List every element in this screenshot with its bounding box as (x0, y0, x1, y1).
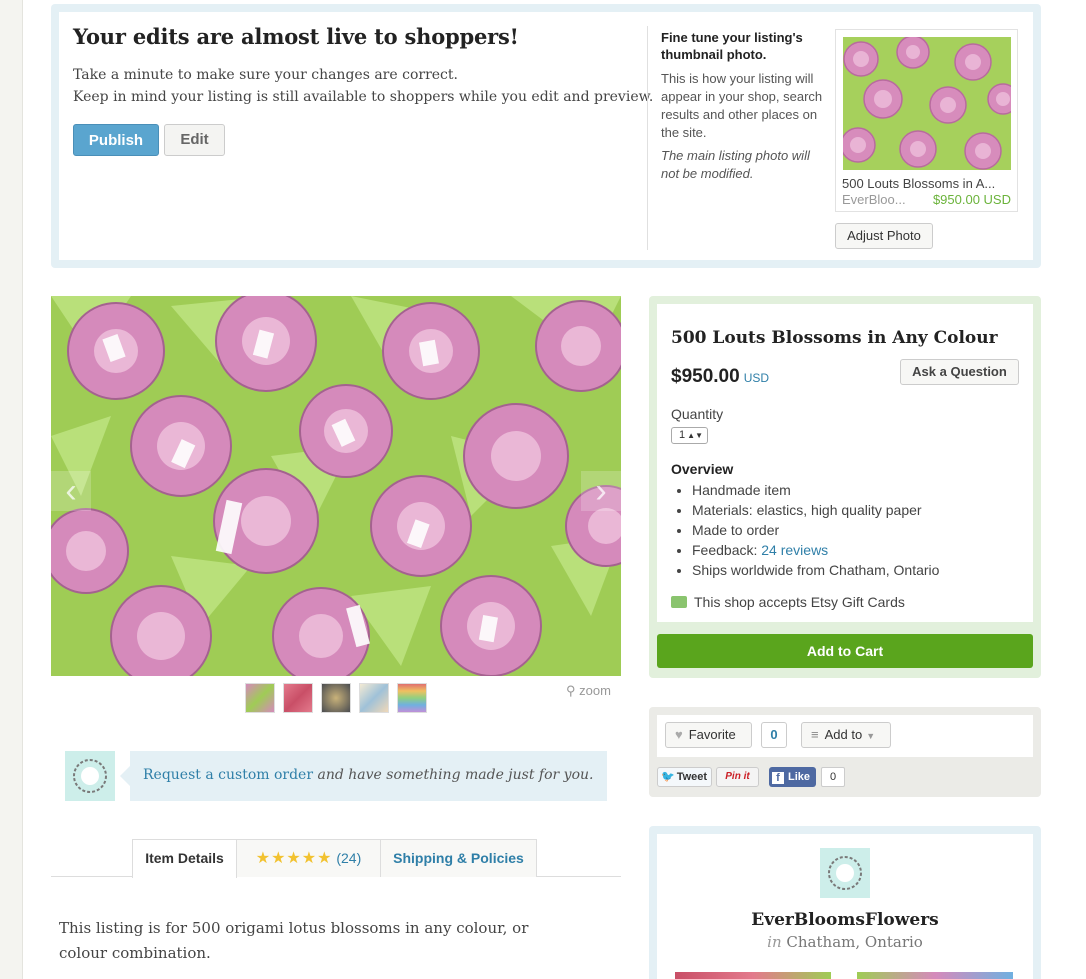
listing-info-box: 500 Louts Blossoms in Any Colour $950.00… (649, 296, 1041, 678)
facebook-like-button[interactable]: f Like (769, 767, 816, 787)
shop-location: in Chatham, Ontario (657, 933, 1033, 951)
pin-it-button[interactable]: Pin it (716, 767, 759, 787)
custom-order-link[interactable]: Request a custom order (143, 767, 313, 783)
edit-button[interactable]: Edit (164, 124, 225, 156)
shop-logo[interactable] (820, 848, 870, 898)
tab-reviews[interactable]: ★★★★★ (24) (236, 839, 381, 877)
like-count: 0 (821, 767, 845, 787)
feedback-reviews-link[interactable]: 24 reviews (761, 542, 828, 558)
preview-banner: Your edits are almost live to shoppers! … (51, 4, 1041, 268)
overview-list: Handmade item Materials: elastics, high … (671, 480, 939, 580)
gift-card-notice: This shop accepts Etsy Gift Cards (671, 594, 905, 610)
shop-name[interactable]: EverBloomsFlowers (657, 910, 1033, 930)
rating-stars-icon: ★★★★★ (255, 850, 333, 867)
shop-item-thumbnail[interactable] (675, 972, 831, 979)
overview-item: Materials: elastics, high quality paper (692, 500, 939, 520)
thumbnail-card-price: $950.00 USD (932, 192, 1011, 207)
gift-card-icon (671, 596, 687, 608)
tab-item-details[interactable]: Item Details (132, 839, 237, 878)
listing-description: This listing is for 500 origami lotus bl… (59, 919, 529, 962)
thumbnail-card-shop: EverBloo... (842, 192, 906, 207)
image-thumbnail[interactable] (397, 683, 427, 713)
magnifier-icon: ⚲ (566, 683, 580, 698)
shop-avatar[interactable] (65, 751, 115, 801)
select-arrows-icon: ▲▼ (687, 431, 703, 440)
overview-item-feedback: Feedback: 24 reviews (692, 540, 939, 560)
image-thumbnail[interactable] (321, 683, 351, 713)
quantity-label: Quantity (671, 406, 724, 422)
heart-icon: ♥ (675, 727, 683, 742)
tab-shipping-policies[interactable]: Shipping & Policies (380, 839, 537, 877)
price-amount: $950.00 (671, 366, 740, 387)
shop-location-text: Chatham, Ontario (786, 933, 923, 951)
ask-question-button[interactable]: Ask a Question (900, 359, 1019, 385)
quantity-value: 1 (679, 429, 686, 441)
favorite-panel: ♥ Favorite 0 ≡ Add to ▼ (657, 715, 1033, 757)
custom-order-bubble: Request a custom order and have somethin… (120, 751, 607, 801)
add-to-cart-button[interactable]: Add to Cart (657, 634, 1033, 668)
listing-main-image[interactable]: ‹ › (51, 296, 621, 676)
overview-item: Made to order (692, 520, 939, 540)
image-thumbnail[interactable] (245, 683, 275, 713)
favorite-label: Favorite (688, 727, 736, 742)
favorite-count: 0 (761, 722, 787, 748)
thumbnail-description: This is how your listing will appear in … (661, 71, 823, 140)
gift-card-text: This shop accepts Etsy Gift Cards (694, 594, 905, 610)
chevron-right-icon[interactable]: › (581, 471, 621, 511)
feedback-label: Feedback: (692, 542, 762, 558)
tweet-button[interactable]: 🐦 Tweet (657, 767, 712, 787)
price-currency: USD (743, 371, 770, 385)
tab-reviews-count: (24) (336, 850, 362, 866)
zoom-link[interactable]: ⚲ zoom (566, 683, 611, 699)
banner-title: Your edits are almost live to shoppers! (73, 24, 519, 49)
overview-heading: Overview (671, 461, 734, 477)
shop-info-box: EverBloomsFlowers in Chatham, Ontario (649, 826, 1041, 979)
shop-info-panel: EverBloomsFlowers in Chatham, Ontario (657, 834, 1033, 979)
listing-price: $950.00 USD (671, 366, 769, 388)
preview-banner-panel: Your edits are almost live to shoppers! … (59, 12, 1033, 260)
listing-title: 500 Louts Blossoms in Any Colour (671, 328, 998, 348)
banner-divider (647, 26, 648, 250)
custom-order-text: Request a custom order and have somethin… (143, 767, 593, 783)
overview-item: Handmade item (692, 480, 939, 500)
banner-line-2: Keep in mind your listing is still avail… (73, 89, 654, 105)
twitter-bird-icon: 🐦 (661, 771, 675, 783)
facebook-icon: f (772, 772, 784, 784)
add-to-label: Add to (824, 727, 863, 742)
banner-line-1: Take a minute to make sure your changes … (73, 67, 458, 83)
image-thumbnail[interactable] (283, 683, 313, 713)
add-to-list-button[interactable]: ≡ Add to ▼ (801, 722, 891, 748)
shop-item-thumbnail[interactable] (857, 972, 1013, 979)
social-actions-box: ♥ Favorite 0 ≡ Add to ▼ 🐦 Tweet Pin it f Like… (649, 707, 1041, 797)
favorite-button[interactable]: ♥ Favorite (665, 722, 752, 748)
list-icon: ≡ (811, 727, 819, 742)
listing-info-panel: 500 Louts Blossoms in Any Colour $950.00… (657, 304, 1033, 622)
thumbnail-card-title: 500 Louts Blossoms in A... (842, 176, 996, 191)
image-thumbnail[interactable] (359, 683, 389, 713)
thumbnail-preview-card[interactable]: 500 Louts Blossoms in A... EverBloo... $… (835, 29, 1018, 212)
overview-item: Ships worldwide from Chatham, Ontario (692, 560, 939, 580)
chevron-down-icon: ▼ (866, 731, 876, 741)
adjust-photo-button[interactable]: Adjust Photo (835, 223, 933, 249)
thumbnail-image (843, 37, 1011, 170)
chevron-left-icon[interactable]: ‹ (51, 471, 91, 511)
shop-location-prefix: in (767, 933, 782, 951)
custom-order-description: and have something made just for you. (313, 767, 594, 783)
quantity-select[interactable]: 1 ▲▼ (671, 427, 708, 444)
publish-button[interactable]: Publish (73, 124, 159, 156)
zoom-label: zoom (579, 683, 611, 698)
thumbnail-note: The main listing photo will not be modif… (661, 148, 810, 181)
tweet-label: Tweet (676, 771, 708, 783)
thumbnail-heading: Fine tune your listing's thumbnail photo… (661, 30, 803, 62)
like-label: Like (788, 771, 811, 783)
